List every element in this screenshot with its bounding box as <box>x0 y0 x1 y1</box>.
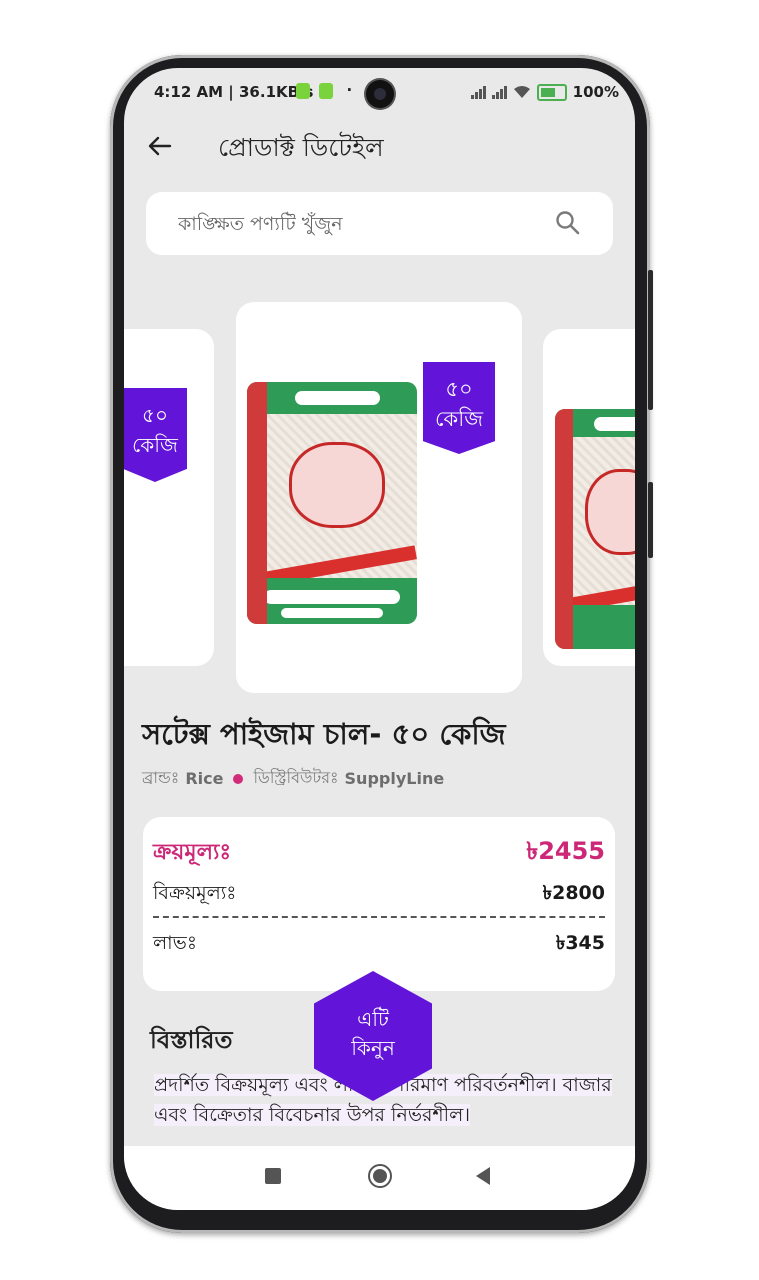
status-bar: 4:12 AM | 36.1KB/s · 100% <box>124 68 635 114</box>
brand-label: ব্রান্ডঃ <box>142 768 180 787</box>
badge-number: ৫০ <box>142 403 168 427</box>
status-dot: · <box>346 81 353 99</box>
search-icon[interactable] <box>555 210 581 236</box>
signal-icon <box>470 85 486 99</box>
notification-icons: · <box>292 81 352 99</box>
divider <box>153 916 605 918</box>
app-bar: প্রোডাক্ট ডিটেইল <box>124 114 635 180</box>
badge-number: ৫০ <box>445 377 473 401</box>
search-bar[interactable] <box>146 192 613 255</box>
home-icon[interactable] <box>368 1164 392 1188</box>
purchase-price-label: ক্রয়মূল্যঃ <box>153 839 232 865</box>
power-button <box>648 482 653 558</box>
buy-button-line2: কিনুন <box>351 1036 395 1060</box>
carousel-card-previous[interactable]: ৫০ কেজি <box>124 329 214 666</box>
badge-unit: কেজি <box>132 433 178 457</box>
purchase-price-row: ক্রয়মূল্যঃ ৳2455 <box>153 833 605 873</box>
product-title: সটেক্স পাইজাম চাল- ৫০ কেজি <box>142 717 506 751</box>
volume-button <box>648 270 653 410</box>
sale-price-value: ৳2800 <box>542 882 605 904</box>
product-meta: ব্রান্ডঃ Rice ডিস্ট্রিবিউটরঃ SupplyLine <box>142 765 444 792</box>
recents-icon[interactable] <box>265 1168 281 1184</box>
carousel-card-current[interactable]: ৫০ কেজি <box>236 302 522 693</box>
battery-percent: 100% <box>572 83 619 101</box>
product-image <box>247 382 417 624</box>
back-arrow-icon[interactable] <box>144 130 176 162</box>
profit-label: লাভঃ <box>153 932 197 954</box>
product-image <box>555 409 635 649</box>
app-notification-icon <box>296 82 310 99</box>
front-camera <box>366 80 394 108</box>
distributor-label: ডিস্ট্রিবিউটরঃ <box>253 768 339 787</box>
app-notification-icon-2 <box>319 82 334 99</box>
page-title: প্রোডাক্ট ডিটেইল <box>218 133 384 162</box>
purchase-price-value: ৳2455 <box>526 837 605 865</box>
battery-icon <box>536 83 567 101</box>
search-input[interactable] <box>176 206 540 242</box>
separator-dot <box>233 773 244 784</box>
price-card: ক্রয়মূল্যঃ ৳2455 বিক্রয়মূল্যঃ ৳2800 লা… <box>143 817 615 991</box>
sale-price-row: বিক্রয়মূল্যঃ ৳2800 <box>153 879 605 911</box>
back-triangle-icon[interactable] <box>476 1167 490 1185</box>
sale-price-label: বিক্রয়মূল্যঃ <box>153 882 237 904</box>
wifi-icon <box>513 86 530 98</box>
screen: 4:12 AM | 36.1KB/s · 100% প্রোডাক্ট ডিটে… <box>124 68 635 1210</box>
system-nav-bar <box>124 1146 635 1210</box>
brand-value: Rice <box>185 769 224 788</box>
profit-value: ৳345 <box>555 932 605 954</box>
weight-badge: ৫০ কেজি <box>423 362 495 454</box>
badge-unit: কেজি <box>434 407 483 431</box>
details-heading: বিস্তারিত <box>150 1026 233 1054</box>
buy-button-line1: এটি <box>357 1007 389 1031</box>
profit-row: লাভঃ ৳345 <box>153 929 605 961</box>
weight-badge: ৫০ কেজি <box>124 388 187 482</box>
signal-icon-2 <box>491 85 507 99</box>
status-time: 4:12 AM | 36.1KB/s <box>154 83 314 101</box>
carousel-card-next[interactable] <box>543 329 635 666</box>
distributor-value: SupplyLine <box>344 769 445 788</box>
status-right: 100% <box>470 83 619 101</box>
